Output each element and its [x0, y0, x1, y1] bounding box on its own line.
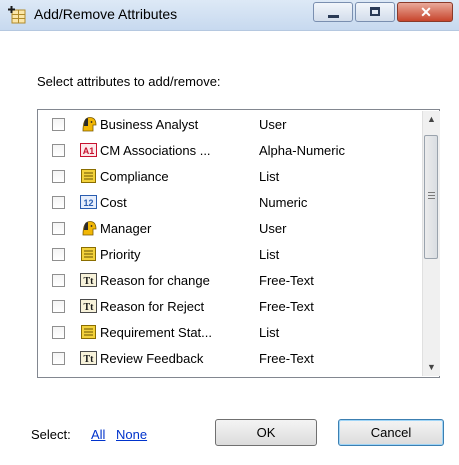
attribute-list[interactable]: Business Analyst User A1 CM Associations ..…: [37, 109, 440, 378]
svg-text:Tt: Tt: [84, 354, 95, 365]
attribute-name: Reason for Reject: [100, 299, 205, 314]
attribute-name: Manager: [100, 221, 152, 236]
attribute-row[interactable]: Compliance List: [38, 164, 418, 188]
svg-text:12: 12: [83, 198, 93, 208]
attribute-name: Review Feedback: [100, 351, 204, 366]
attribute-type: List: [259, 325, 280, 340]
attribute-type: Free-Text: [259, 351, 314, 366]
attribute-name: Cost: [100, 195, 127, 210]
attribute-row[interactable]: Tt Review Feedback Free-Text: [38, 346, 418, 370]
attribute-type: List: [259, 247, 280, 262]
window-title: Add/Remove Attributes: [34, 6, 178, 22]
attribute-checkbox[interactable]: [52, 326, 65, 339]
attribute-row[interactable]: Tt Reason for Reject Free-Text: [38, 294, 418, 318]
instruction-label: Select attributes to add/remove:: [37, 74, 221, 89]
attribute-type: User: [259, 117, 287, 132]
attribute-name: Business Analyst: [100, 117, 199, 132]
attribute-checkbox[interactable]: [52, 196, 65, 209]
attribute-name: Priority: [100, 247, 141, 262]
attribute-checkbox[interactable]: [52, 222, 65, 235]
free-text-icon: Tt: [80, 350, 97, 366]
minimize-button[interactable]: [313, 2, 353, 22]
svg-text:A1: A1: [83, 146, 95, 156]
attribute-row[interactable]: Requirement Stat... List: [38, 320, 418, 344]
scroll-down-arrow-icon[interactable]: ▼: [423, 359, 440, 376]
user-icon: [80, 116, 97, 132]
free-text-icon: Tt: [80, 272, 97, 288]
attribute-row[interactable]: Tt Reason for change Free-Text: [38, 268, 418, 292]
list-icon: [80, 324, 97, 340]
attribute-checkbox[interactable]: [52, 352, 65, 365]
close-icon: ✕: [420, 4, 432, 20]
user-icon: [80, 220, 97, 236]
vertical-scrollbar[interactable]: ▲ ▼: [422, 111, 440, 376]
attribute-checkbox[interactable]: [52, 300, 65, 313]
attribute-type: List: [259, 169, 280, 184]
select-label: Select:: [31, 427, 71, 442]
numeric-icon: 12: [80, 194, 97, 210]
attribute-checkbox[interactable]: [52, 144, 65, 157]
attribute-row[interactable]: Manager User: [38, 216, 418, 240]
attribute-name: Requirement Stat...: [100, 325, 212, 340]
svg-text:Tt: Tt: [84, 276, 95, 287]
select-none-link[interactable]: None: [116, 427, 147, 442]
attribute-name: Reason for change: [100, 273, 210, 288]
attribute-type: Numeric: [259, 195, 308, 210]
attribute-row[interactable]: A1 CM Associations ... Alpha-Numeric: [38, 138, 418, 162]
close-button[interactable]: ✕: [397, 2, 453, 22]
scrollbar-thumb[interactable]: [424, 135, 438, 259]
attribute-checkbox[interactable]: [52, 248, 65, 261]
ok-button[interactable]: OK: [215, 419, 317, 446]
alpha-numeric-icon: A1: [80, 142, 97, 158]
attribute-row[interactable]: 12 Cost Numeric: [38, 190, 418, 214]
add-attribute-table-icon: [8, 6, 26, 24]
attribute-type: Free-Text: [259, 299, 314, 314]
attribute-type: Alpha-Numeric: [259, 143, 345, 158]
maximize-button[interactable]: [355, 2, 395, 22]
cancel-button[interactable]: Cancel: [338, 419, 444, 446]
title-bar: Add/Remove Attributes ✕: [0, 0, 459, 31]
minimize-icon: [328, 15, 339, 18]
attribute-name: Compliance: [100, 169, 169, 184]
list-icon: [80, 168, 97, 184]
attribute-checkbox[interactable]: [52, 118, 65, 131]
select-all-link[interactable]: All: [91, 427, 105, 442]
attribute-checkbox[interactable]: [52, 274, 65, 287]
maximize-icon: [370, 7, 380, 16]
attribute-type: Free-Text: [259, 273, 314, 288]
attribute-checkbox[interactable]: [52, 170, 65, 183]
attribute-row[interactable]: Priority List: [38, 242, 418, 266]
scroll-up-arrow-icon[interactable]: ▲: [423, 111, 440, 128]
svg-text:Tt: Tt: [84, 302, 95, 313]
list-icon: [80, 246, 97, 262]
attribute-row[interactable]: Business Analyst User: [38, 112, 418, 136]
attribute-type: User: [259, 221, 287, 236]
free-text-icon: Tt: [80, 298, 97, 314]
attribute-name: CM Associations ...: [100, 143, 211, 158]
